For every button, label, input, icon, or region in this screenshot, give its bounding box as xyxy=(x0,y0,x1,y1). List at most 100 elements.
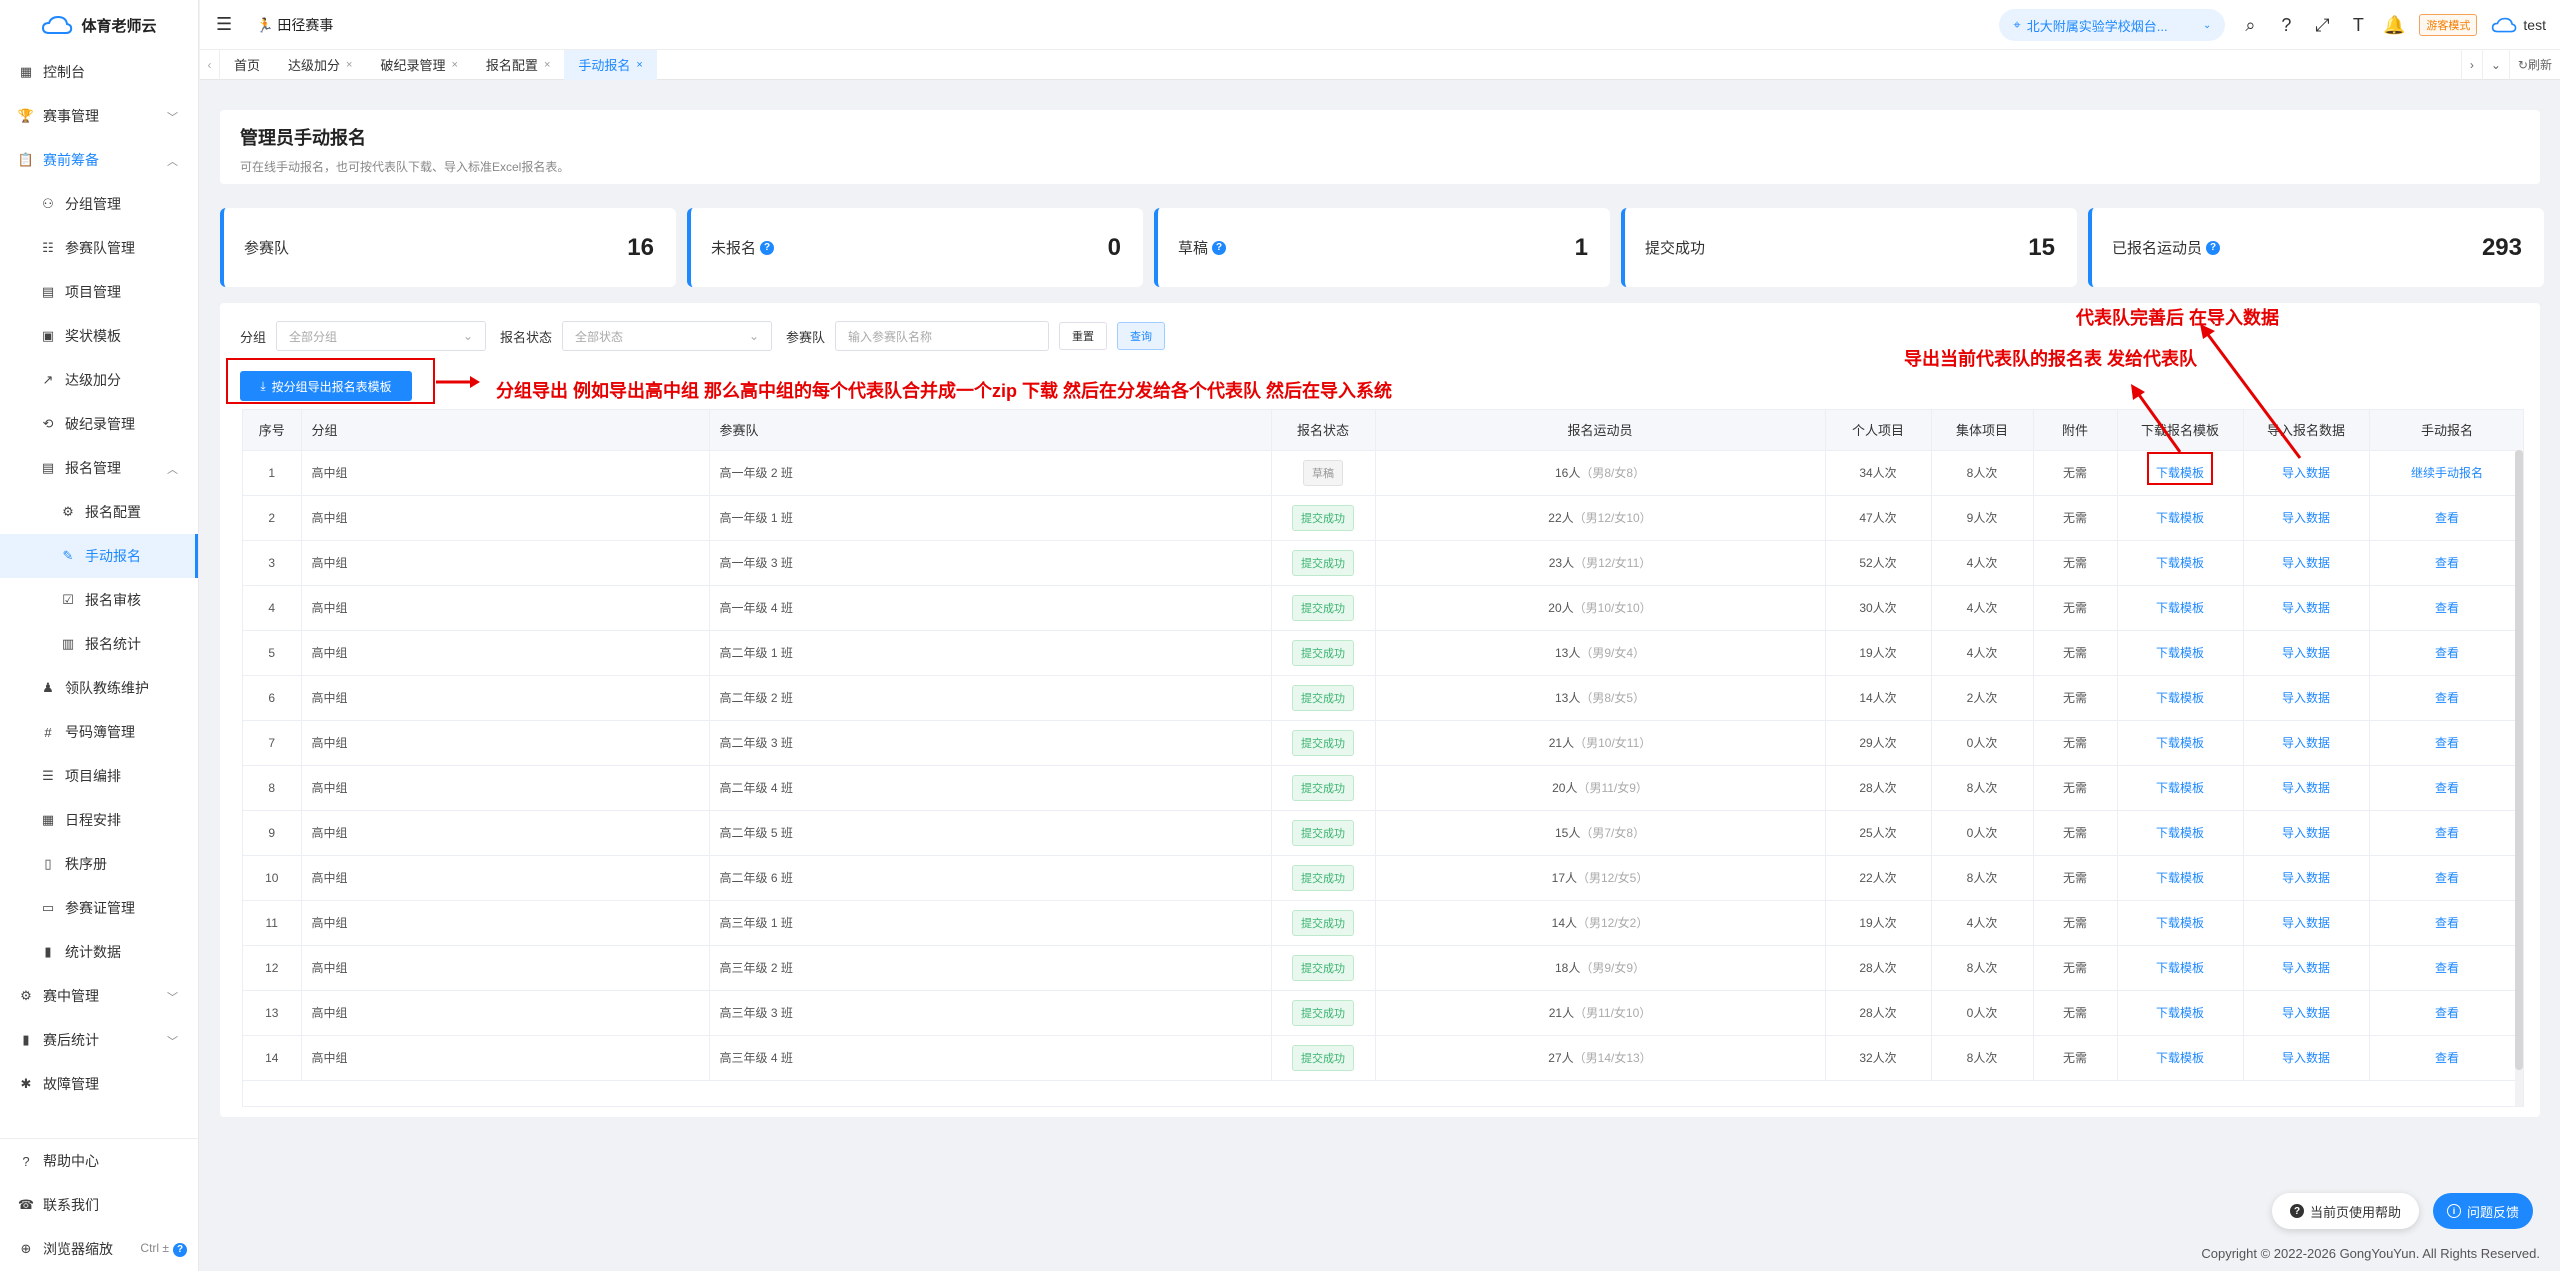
manual-register-link[interactable]: 查看 xyxy=(2435,781,2459,795)
sidebar-item-8[interactable]: ⟲ 破纪录管理 xyxy=(0,402,198,446)
sidebar-item-4[interactable]: ☷ 参赛队管理 xyxy=(0,226,198,270)
manual-register-link[interactable]: 查看 xyxy=(2435,916,2459,930)
sidebar-item-17[interactable]: ▦ 日程安排 xyxy=(0,798,198,842)
help-circle-icon[interactable]: ? xyxy=(760,240,775,255)
download-template-link[interactable]: 下载模板 xyxy=(2156,781,2204,795)
app-logo[interactable]: 体育老师云 xyxy=(0,0,198,50)
import-data-link[interactable]: 导入数据 xyxy=(2282,511,2330,525)
download-template-link[interactable]: 下载模板 xyxy=(2156,691,2204,705)
sidebar-item-10[interactable]: ⚙ 报名配置 xyxy=(0,490,198,534)
manual-register-link[interactable]: 查看 xyxy=(2435,1051,2459,1065)
import-data-link[interactable]: 导入数据 xyxy=(2282,781,2330,795)
close-icon[interactable]: × xyxy=(544,59,550,71)
close-icon[interactable]: × xyxy=(346,59,352,71)
download-template-link[interactable]: 下载模板 xyxy=(2156,1051,2204,1065)
manual-register-link[interactable]: 查看 xyxy=(2435,961,2459,975)
sidebar-bottom-item-1[interactable]: ☎ 联系我们 xyxy=(0,1183,199,1227)
tab-4[interactable]: 手动报名 × xyxy=(564,49,657,80)
download-template-link[interactable]: 下载模板 xyxy=(2156,826,2204,840)
fullscreen-icon[interactable]: ⤢ xyxy=(2311,15,2333,36)
group-select[interactable]: 全部分组 ⌄ xyxy=(276,321,487,351)
close-icon[interactable]: × xyxy=(451,59,457,71)
sidebar-item-22[interactable]: ▮ 赛后统计 ﹀ xyxy=(0,1018,198,1062)
import-data-link[interactable]: 导入数据 xyxy=(2282,646,2330,660)
sidebar-item-20[interactable]: ▮ 统计数据 xyxy=(0,930,198,974)
download-template-link[interactable]: 下载模板 xyxy=(2156,961,2204,975)
school-selector[interactable]: ⌖ 北大附属实验学校烟台... ⌄ xyxy=(1999,9,2226,41)
close-icon[interactable]: × xyxy=(636,59,642,71)
help-circle-icon[interactable]: ? xyxy=(1212,240,1227,255)
sidebar-item-6[interactable]: ▣ 奖状模板 xyxy=(0,314,198,358)
sidebar-bottom-item-0[interactable]: ? 帮助中心 xyxy=(0,1139,199,1183)
menu-toggle-icon[interactable]: ☰ xyxy=(216,14,234,35)
sidebar-item-3[interactable]: ⚇ 分组管理 xyxy=(0,182,198,226)
import-data-link[interactable]: 导入数据 xyxy=(2282,826,2330,840)
sidebar-item-9[interactable]: ▤ 报名管理 ︿ xyxy=(0,446,198,490)
download-template-link[interactable]: 下载模板 xyxy=(2156,871,2204,885)
sidebar-item-2[interactable]: 📋 赛前筹备 ︿ xyxy=(0,138,198,182)
tabs-dropdown-icon[interactable]: ⌄ xyxy=(2481,50,2509,80)
table-scrollbar-thumb[interactable] xyxy=(2515,450,2523,1070)
help-circle-icon[interactable]: ? xyxy=(2275,15,2297,36)
sidebar-item-13[interactable]: ▥ 报名统计 xyxy=(0,622,198,666)
sidebar-item-16[interactable]: ☰ 项目编排 xyxy=(0,754,198,798)
team-search-input[interactable]: 输入参赛队名称 xyxy=(835,321,1050,351)
sidebar-item-0[interactable]: ▦ 控制台 xyxy=(0,50,198,94)
help-circle-icon[interactable]: ? xyxy=(2206,240,2221,255)
manual-register-link[interactable]: 查看 xyxy=(2435,556,2459,570)
tab-3[interactable]: 报名配置 × xyxy=(472,50,564,80)
tab-0[interactable]: 首页 xyxy=(220,50,274,80)
sidebar-item-21[interactable]: ⚙ 赛中管理 ﹀ xyxy=(0,974,198,1018)
sidebar-item-19[interactable]: ▭ 参赛证管理 xyxy=(0,886,198,930)
manual-register-link[interactable]: 查看 xyxy=(2435,691,2459,705)
search-icon[interactable]: ⌕ xyxy=(2239,15,2261,36)
page-help-button[interactable]: ? 当前页使用帮助 xyxy=(2272,1193,2420,1229)
manual-register-link[interactable]: 查看 xyxy=(2435,601,2459,615)
refresh-button[interactable]: ↻刷新 xyxy=(2508,50,2560,80)
tab-1[interactable]: 达级加分 × xyxy=(274,50,366,80)
download-template-link[interactable]: 下载模板 xyxy=(2156,511,2204,525)
import-data-link[interactable]: 导入数据 xyxy=(2282,736,2330,750)
import-data-link[interactable]: 导入数据 xyxy=(2282,961,2330,975)
manual-register-link[interactable]: 查看 xyxy=(2435,871,2459,885)
import-data-link[interactable]: 导入数据 xyxy=(2282,871,2330,885)
sidebar-item-23[interactable]: ✱ 故障管理 xyxy=(0,1062,198,1106)
download-template-link[interactable]: 下载模板 xyxy=(2156,1006,2204,1020)
import-data-link[interactable]: 导入数据 xyxy=(2282,556,2330,570)
download-template-link[interactable]: 下载模板 xyxy=(2156,601,2204,615)
status-select[interactable]: 全部状态 ⌄ xyxy=(562,321,773,351)
sidebar-bottom-item-2[interactable]: ⊕ 浏览器缩放 Ctrl ±? xyxy=(0,1227,199,1271)
query-button[interactable]: 查询 xyxy=(1117,322,1166,350)
sidebar-item-12[interactable]: ☑ 报名审核 xyxy=(0,578,198,622)
sidebar-item-5[interactable]: ▤ 项目管理 xyxy=(0,270,198,314)
import-data-link[interactable]: 导入数据 xyxy=(2282,1051,2330,1065)
font-size-icon[interactable]: T xyxy=(2347,15,2369,36)
tabs-scroll-right-icon[interactable]: › xyxy=(2460,50,2482,80)
bell-icon[interactable]: 🔔 xyxy=(2383,15,2405,36)
import-data-link[interactable]: 导入数据 xyxy=(2282,1006,2330,1020)
help-circle-icon[interactable]: ? xyxy=(173,1242,187,1257)
download-template-link[interactable]: 下载模板 xyxy=(2156,556,2204,570)
tab-2[interactable]: 破纪录管理 × xyxy=(366,50,471,80)
manual-register-link[interactable]: 查看 xyxy=(2435,1006,2459,1020)
feedback-button[interactable]: i 问题反馈 xyxy=(2433,1193,2534,1229)
reset-button[interactable]: 重置 xyxy=(1059,322,1108,350)
download-template-link[interactable]: 下载模板 xyxy=(2156,736,2204,750)
sidebar-item-1[interactable]: 🏆 赛事管理 ﹀ xyxy=(0,94,198,138)
manual-register-link[interactable]: 查看 xyxy=(2435,646,2459,660)
sidebar-item-15[interactable]: # 号码簿管理 xyxy=(0,710,198,754)
download-template-link[interactable]: 下载模板 xyxy=(2156,646,2204,660)
sidebar-item-18[interactable]: ▯ 秩序册 xyxy=(0,842,198,886)
import-data-link[interactable]: 导入数据 xyxy=(2282,691,2330,705)
manual-register-link[interactable]: 继续手动报名 xyxy=(2411,466,2483,480)
sidebar-item-7[interactable]: ↗ 达级加分 xyxy=(0,358,198,402)
sidebar-item-14[interactable]: ♟ 领队教练维护 xyxy=(0,666,198,710)
sidebar-item-11[interactable]: ✎ 手动报名 xyxy=(0,534,198,578)
import-data-link[interactable]: 导入数据 xyxy=(2282,601,2330,615)
import-data-link[interactable]: 导入数据 xyxy=(2282,466,2330,480)
download-template-link[interactable]: 下载模板 xyxy=(2156,916,2204,930)
manual-register-link[interactable]: 查看 xyxy=(2435,511,2459,525)
manual-register-link[interactable]: 查看 xyxy=(2435,736,2459,750)
import-data-link[interactable]: 导入数据 xyxy=(2282,916,2330,930)
manual-register-link[interactable]: 查看 xyxy=(2435,826,2459,840)
